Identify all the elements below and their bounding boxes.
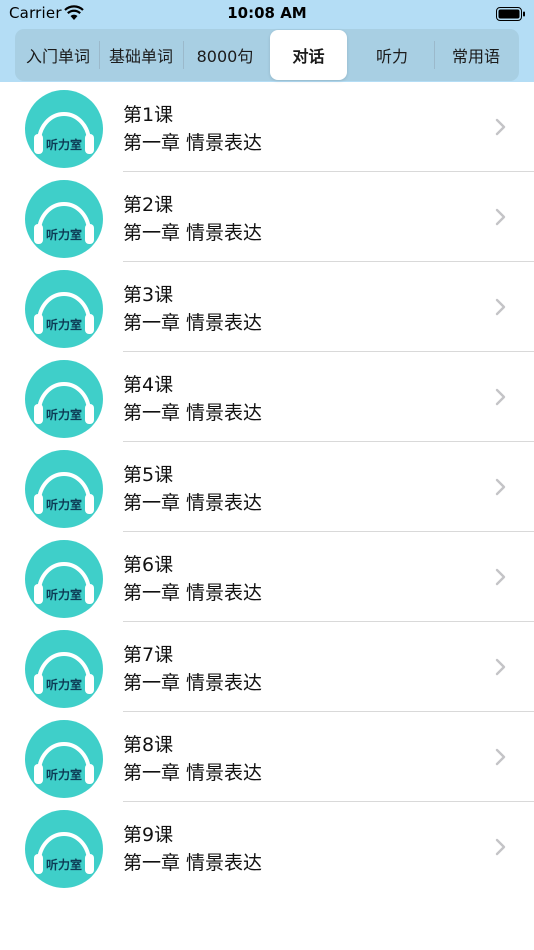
tab-8000-sentences[interactable]: 8000句 <box>184 29 266 81</box>
headphones-icon-label: 听力室 <box>45 678 82 692</box>
headphones-icon: 听力室 <box>25 720 103 798</box>
lesson-row[interactable]: 听力室 第7课 第一章 情景表达 <box>0 622 534 712</box>
headphones-icon-label: 听力室 <box>45 858 82 872</box>
battery-icon <box>496 6 526 21</box>
lesson-title: 第5课 <box>123 464 174 486</box>
status-bar: Carrier 10:08 AM <box>0 0 534 28</box>
headphones-icon-label: 听力室 <box>45 408 82 422</box>
chevron-right-icon <box>495 118 506 136</box>
lesson-title: 第7课 <box>123 644 174 666</box>
chevron-right-icon <box>495 838 506 856</box>
chevron-right-icon <box>495 748 506 766</box>
category-tabs: 入门单词 基础单词 8000句 对话 听力 常用语 <box>15 29 519 81</box>
lesson-title: 第2课 <box>123 194 174 216</box>
lesson-title: 第1课 <box>123 104 174 126</box>
lesson-subtitle: 第一章 情景表达 <box>123 402 263 424</box>
headphones-icon: 听力室 <box>25 90 103 168</box>
chevron-right-icon <box>495 658 506 676</box>
lesson-row[interactable]: 听力室 第9课 第一章 情景表达 <box>0 802 534 892</box>
lesson-row[interactable]: 听力室 第5课 第一章 情景表达 <box>0 442 534 532</box>
headphones-icon: 听力室 <box>25 360 103 438</box>
tab-dialogue[interactable]: 对话 <box>270 30 347 80</box>
header: Carrier 10:08 AM 入门单词 基础单词 8000句 对话 听力 常… <box>0 0 534 82</box>
headphones-icon-label: 听力室 <box>45 318 82 332</box>
lesson-row[interactable]: 听力室 第3课 第一章 情景表达 <box>0 262 534 352</box>
lesson-subtitle: 第一章 情景表达 <box>123 762 263 784</box>
tab-beginner-words[interactable]: 入门单词 <box>17 29 99 81</box>
lesson-row[interactable]: 听力室 第1课 第一章 情景表达 <box>0 82 534 172</box>
lesson-title: 第4课 <box>123 374 174 396</box>
chevron-right-icon <box>495 298 506 316</box>
headphones-icon-label: 听力室 <box>45 498 82 512</box>
lesson-title: 第6课 <box>123 554 174 576</box>
lesson-title: 第3课 <box>123 284 174 306</box>
lesson-row[interactable]: 听力室 第6课 第一章 情景表达 <box>0 532 534 622</box>
tab-listening[interactable]: 听力 <box>351 29 433 81</box>
headphones-icon-label: 听力室 <box>45 588 82 602</box>
headphones-icon: 听力室 <box>25 450 103 528</box>
headphones-icon: 听力室 <box>25 810 103 888</box>
lesson-subtitle: 第一章 情景表达 <box>123 852 263 874</box>
lesson-subtitle: 第一章 情景表达 <box>123 312 263 334</box>
headphones-icon: 听力室 <box>25 180 103 258</box>
chevron-right-icon <box>495 568 506 586</box>
headphones-icon-label: 听力室 <box>45 228 82 242</box>
lesson-row[interactable]: 听力室 第8课 第一章 情景表达 <box>0 712 534 802</box>
tab-basic-words[interactable]: 基础单词 <box>100 29 182 81</box>
lesson-subtitle: 第一章 情景表达 <box>123 582 263 604</box>
headphones-icon-label: 听力室 <box>45 138 82 152</box>
headphones-icon: 听力室 <box>25 270 103 348</box>
headphones-icon-label: 听力室 <box>45 768 82 782</box>
lesson-subtitle: 第一章 情景表达 <box>123 222 263 244</box>
headphones-icon: 听力室 <box>25 630 103 708</box>
lesson-subtitle: 第一章 情景表达 <box>123 492 263 514</box>
lesson-row[interactable]: 听力室 第2课 第一章 情景表达 <box>0 172 534 262</box>
chevron-right-icon <box>495 208 506 226</box>
chevron-right-icon <box>495 388 506 406</box>
chevron-right-icon <box>495 478 506 496</box>
lesson-row[interactable]: 听力室 第4课 第一章 情景表达 <box>0 352 534 442</box>
lesson-title: 第9课 <box>123 824 174 846</box>
lesson-subtitle: 第一章 情景表达 <box>123 132 263 154</box>
headphones-icon: 听力室 <box>25 540 103 618</box>
clock: 10:08 AM <box>227 4 307 22</box>
lesson-subtitle: 第一章 情景表达 <box>123 672 263 694</box>
tab-common-phrases[interactable]: 常用语 <box>435 29 517 81</box>
lesson-title: 第8课 <box>123 734 174 756</box>
